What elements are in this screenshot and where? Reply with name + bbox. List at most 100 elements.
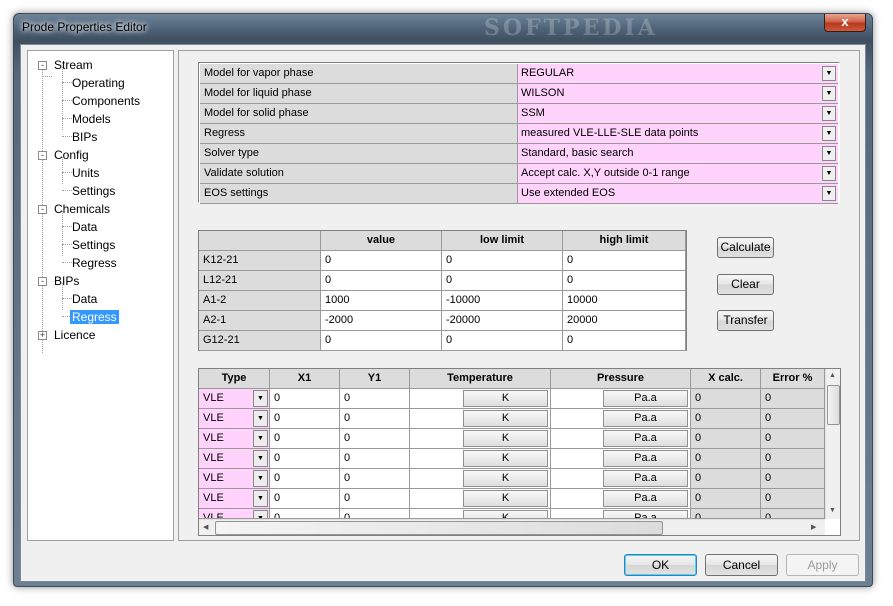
dropdown-arrow-icon[interactable]: ▼ [253,390,268,407]
y1-field[interactable]: 0 [340,509,410,519]
pressure-field[interactable]: Pa.a [551,469,691,489]
tree-item-bips-regress[interactable]: Regress [70,309,119,326]
type-dropdown[interactable]: VLE ▼ [199,389,270,409]
table-cell[interactable]: 0 [442,251,563,271]
table-cell[interactable]: 0 [321,331,442,351]
x1-field[interactable]: 0 [270,449,340,469]
clear-button[interactable]: Clear [717,274,774,295]
title-bar[interactable]: Prode Properties Editor SOFTPEDIA x [14,14,872,42]
tree-item-chemicals[interactable]: Chemicals [52,201,112,218]
transfer-button[interactable]: Transfer [717,310,774,331]
table-cell[interactable]: 0 [563,271,686,291]
y1-field[interactable]: 0 [340,489,410,509]
dropdown-arrow-icon[interactable]: ▼ [253,430,268,447]
type-dropdown[interactable]: VLE ▼ [199,429,270,449]
collapse-icon[interactable]: - [38,151,47,160]
dropdown-arrow-icon[interactable]: ▼ [822,146,836,161]
table-cell[interactable]: 20000 [563,311,686,331]
temperature-field[interactable]: K [410,389,551,409]
pressure-unit-button[interactable]: Pa.a [603,510,688,518]
dropdown-arrow-icon[interactable]: ▼ [822,86,836,101]
property-value-dropdown[interactable]: WILSON ▼ [518,84,838,104]
temperature-unit-button[interactable]: K [463,430,548,447]
tree-item-models[interactable]: Models [70,111,113,128]
horizontal-scroll-thumb[interactable] [215,521,663,535]
horizontal-scrollbar[interactable]: ◀ ▶ [199,519,825,535]
table-cell[interactable]: 0 [442,331,563,351]
x1-field[interactable]: 0 [270,389,340,409]
pressure-unit-button[interactable]: Pa.a [603,490,688,507]
type-dropdown[interactable]: VLE ▼ [199,489,270,509]
tree-item-stream-bips[interactable]: BIPs [70,129,99,146]
tree-item-config-settings[interactable]: Settings [70,183,117,200]
x1-field[interactable]: 0 [270,429,340,449]
vertical-scrollbar[interactable]: ▲ ▼ [825,369,840,519]
tree-item-stream[interactable]: Stream [52,57,95,74]
tree-item-operating[interactable]: Operating [70,75,127,92]
table-cell[interactable]: 0 [442,271,563,291]
pressure-unit-button[interactable]: Pa.a [603,390,688,407]
table-cell[interactable]: -2000 [321,311,442,331]
temperature-field[interactable]: K [410,449,551,469]
scroll-left-icon[interactable]: ◀ [203,523,208,531]
apply-button[interactable]: Apply [786,554,859,576]
dropdown-arrow-icon[interactable]: ▼ [253,410,268,427]
y1-field[interactable]: 0 [340,389,410,409]
pressure-field[interactable]: Pa.a [551,509,691,519]
property-value-dropdown[interactable]: SSM ▼ [518,104,838,124]
property-value-dropdown[interactable]: Use extended EOS ▼ [518,184,838,204]
dropdown-arrow-icon[interactable]: ▼ [822,126,836,141]
pressure-unit-button[interactable]: Pa.a [603,410,688,427]
table-cell[interactable]: 1000 [321,291,442,311]
x1-field[interactable]: 0 [270,509,340,519]
tree-item-units[interactable]: Units [70,165,101,182]
type-dropdown[interactable]: VLE ▼ [199,509,270,519]
table-cell[interactable]: 0 [563,331,686,351]
tree-item-chemicals-data[interactable]: Data [70,219,99,236]
temperature-field[interactable]: K [410,509,551,519]
type-dropdown[interactable]: VLE ▼ [199,409,270,429]
scroll-down-icon[interactable]: ▼ [829,507,836,514]
temperature-unit-button[interactable]: K [463,470,548,487]
tree-item-chemicals-settings[interactable]: Settings [70,237,117,254]
dropdown-arrow-icon[interactable]: ▼ [253,490,268,507]
dropdown-arrow-icon[interactable]: ▼ [822,186,836,201]
dropdown-arrow-icon[interactable]: ▼ [822,166,836,181]
temperature-unit-button[interactable]: K [463,510,548,518]
tree-item-components[interactable]: Components [70,93,142,110]
pressure-unit-button[interactable]: Pa.a [603,430,688,447]
temperature-unit-button[interactable]: K [463,450,548,467]
x1-field[interactable]: 0 [270,409,340,429]
temperature-unit-button[interactable]: K [463,490,548,507]
x1-field[interactable]: 0 [270,489,340,509]
temperature-field[interactable]: K [410,409,551,429]
calculate-button[interactable]: Calculate [717,237,774,258]
pressure-field[interactable]: Pa.a [551,409,691,429]
dropdown-arrow-icon[interactable]: ▼ [253,510,268,518]
scroll-up-icon[interactable]: ▲ [829,372,836,379]
collapse-icon[interactable]: - [38,277,47,286]
dropdown-arrow-icon[interactable]: ▼ [822,66,836,81]
dropdown-arrow-icon[interactable]: ▼ [253,450,268,467]
ok-button[interactable]: OK [624,554,697,576]
temperature-field[interactable]: K [410,469,551,489]
pressure-unit-button[interactable]: Pa.a [603,470,688,487]
expand-icon[interactable]: + [38,331,47,340]
dropdown-arrow-icon[interactable]: ▼ [253,470,268,487]
table-cell[interactable]: 0 [321,251,442,271]
tree-item-bips-data[interactable]: Data [70,291,99,308]
type-dropdown[interactable]: VLE ▼ [199,469,270,489]
table-cell[interactable]: 0 [321,271,442,291]
temperature-field[interactable]: K [410,489,551,509]
y1-field[interactable]: 0 [340,449,410,469]
pressure-field[interactable]: Pa.a [551,389,691,409]
dropdown-arrow-icon[interactable]: ▼ [822,106,836,121]
collapse-icon[interactable]: - [38,61,47,70]
y1-field[interactable]: 0 [340,469,410,489]
tree-item-config[interactable]: Config [52,147,91,164]
property-value-dropdown[interactable]: REGULAR ▼ [518,64,838,84]
tree-item-chemicals-regress[interactable]: Regress [70,255,119,272]
temperature-unit-button[interactable]: K [463,410,548,427]
close-button[interactable]: x [824,14,866,32]
table-cell[interactable]: -10000 [442,291,563,311]
